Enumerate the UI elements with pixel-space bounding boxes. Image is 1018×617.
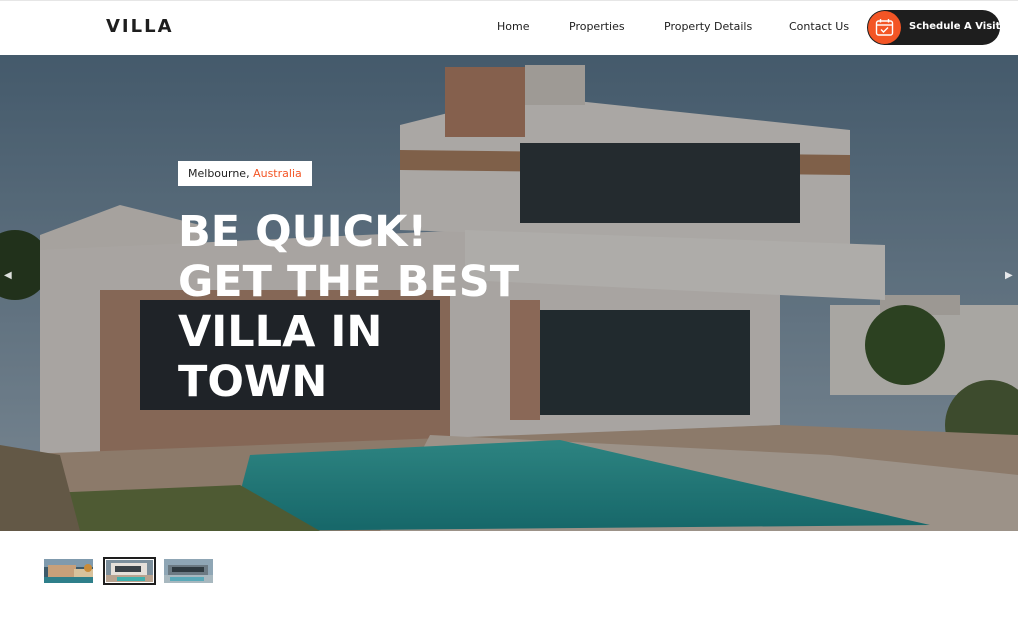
site-header: VILLA Home Properties Property Details C… — [0, 0, 1018, 55]
nav-link-properties[interactable]: Properties — [569, 20, 625, 33]
location-city: Melbourne, — [188, 167, 250, 180]
nav-item-home[interactable]: Home — [497, 20, 529, 33]
slide-thumbnail[interactable] — [44, 559, 93, 583]
hero-title-line: BE QUICK! — [178, 207, 428, 257]
slider-next-arrow-icon[interactable]: ▶ — [1005, 270, 1013, 281]
slider-prev-arrow-icon[interactable]: ◀ — [4, 270, 12, 281]
location-badge: Melbourne, Australia — [178, 161, 312, 186]
schedule-visit-button[interactable]: Schedule A Visit — [867, 10, 1000, 45]
nav-link-home[interactable]: Home — [497, 20, 529, 33]
slider-thumbnails — [0, 531, 1018, 617]
nav-item-property-details[interactable]: Property Details — [664, 20, 752, 33]
calendar-check-icon — [868, 11, 901, 44]
site-logo[interactable]: VILLA — [106, 16, 174, 37]
hero-title-line: TOWN — [178, 357, 328, 407]
nav-link-property-details[interactable]: Property Details — [664, 20, 752, 33]
location-country: Australia — [253, 167, 302, 180]
hero-title: BE QUICK! GET THE BEST VILLA IN TOWN — [178, 207, 520, 407]
schedule-visit-label: Schedule A Visit — [909, 21, 1001, 32]
nav-item-properties[interactable]: Properties — [569, 20, 625, 33]
hero-title-line: GET THE BEST — [178, 257, 520, 307]
slide-thumbnail-active[interactable] — [103, 557, 156, 585]
slide-thumbnail[interactable] — [164, 559, 213, 583]
nav-item-contact-us[interactable]: Contact Us — [789, 20, 849, 33]
hero-slider: Melbourne, Australia BE QUICK! GET THE B… — [0, 55, 1018, 531]
nav-link-contact-us[interactable]: Contact Us — [789, 20, 849, 33]
hero-title-line: VILLA IN — [178, 307, 383, 357]
